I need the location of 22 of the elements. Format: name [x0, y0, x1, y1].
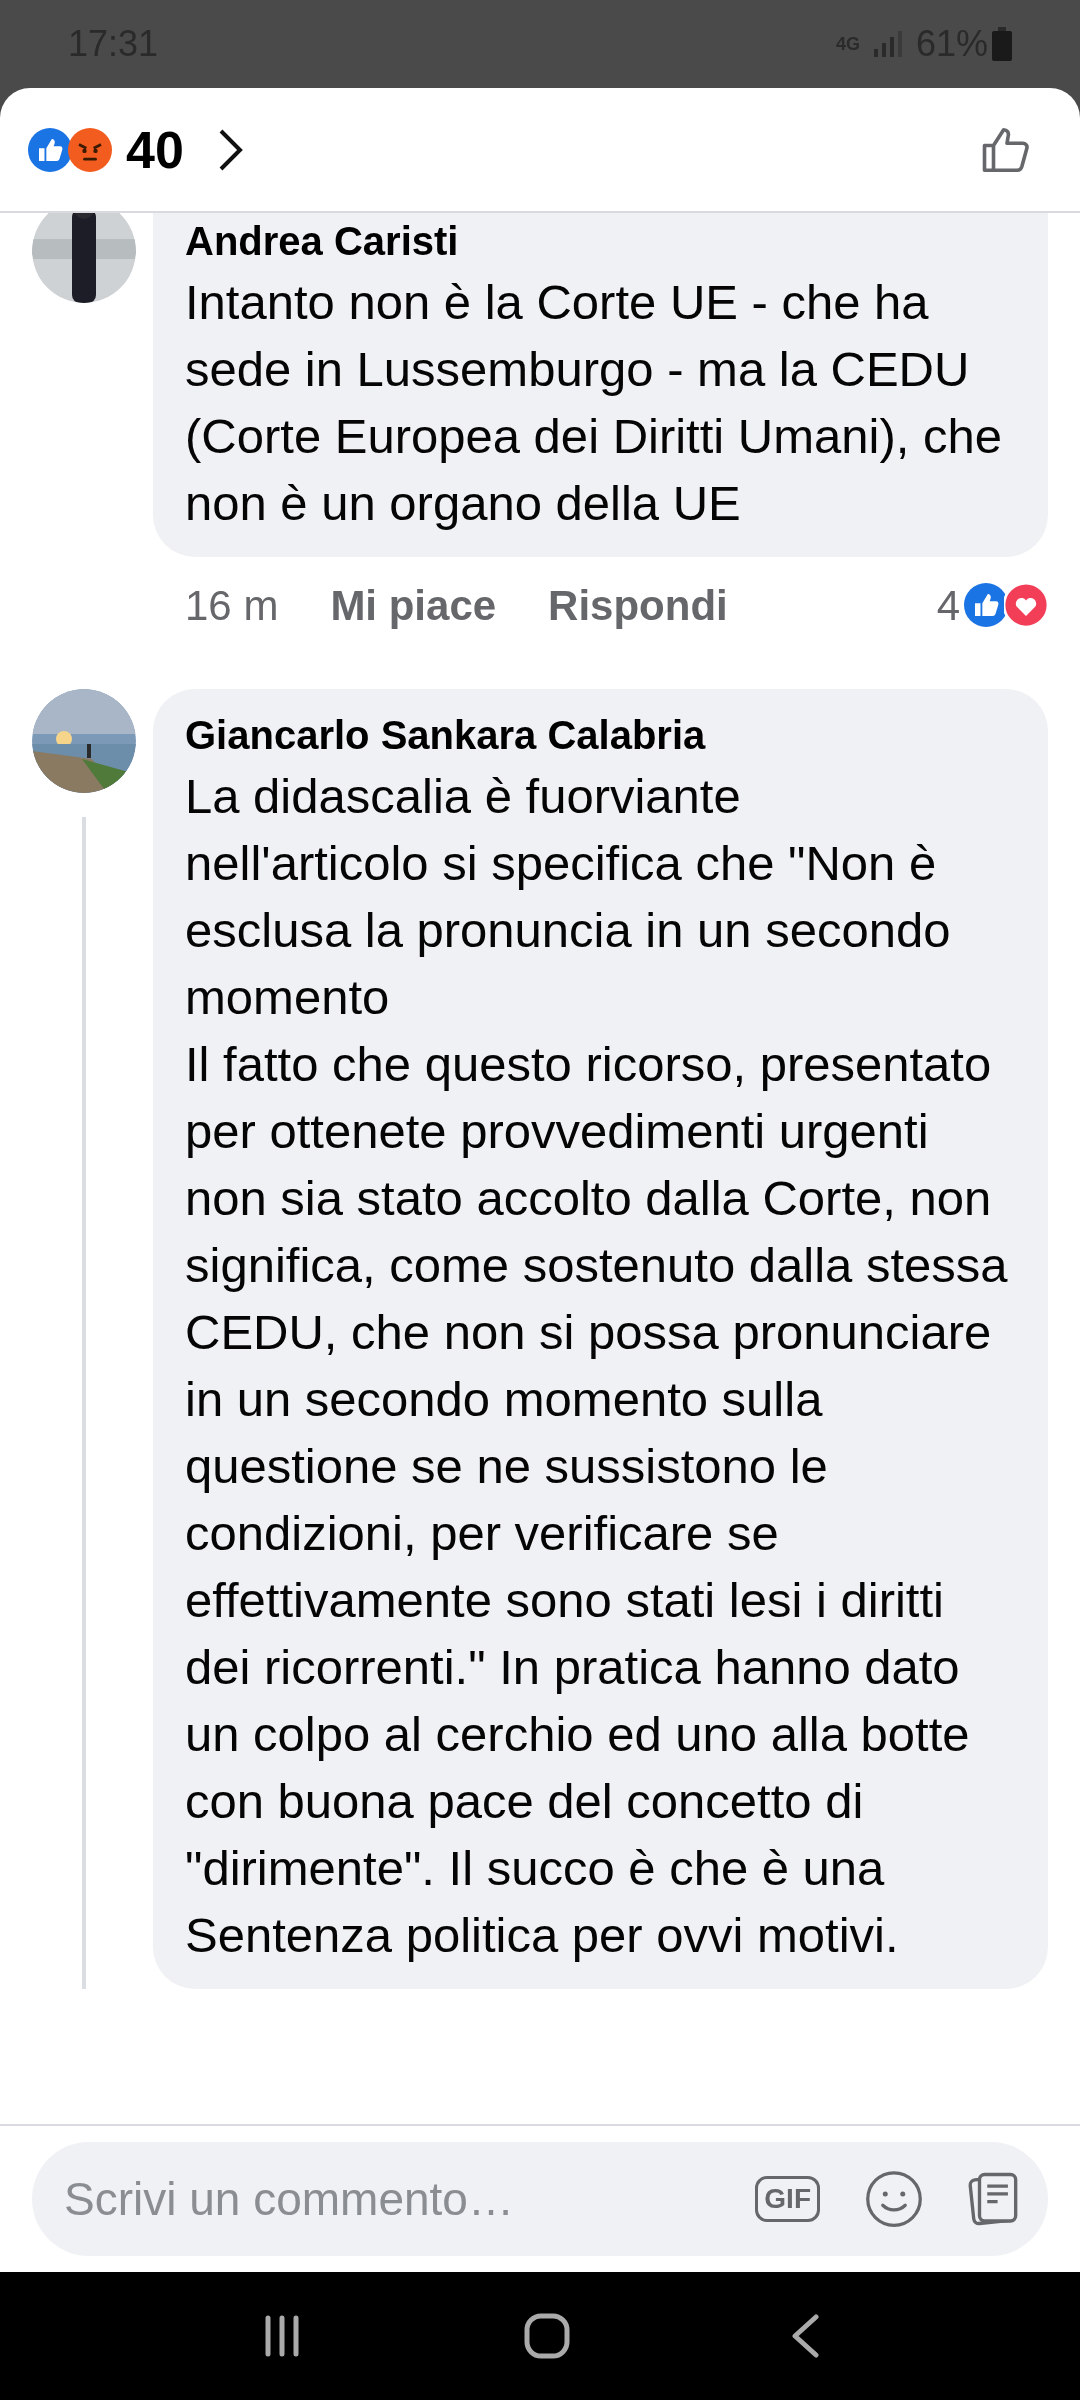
like-reaction-icon [964, 583, 1008, 627]
signal-icon [873, 31, 902, 57]
love-reaction-icon [1004, 583, 1048, 627]
back-icon[interactable] [790, 2314, 820, 2358]
chevron-right-icon[interactable] [217, 127, 244, 172]
like-reaction-icon [28, 127, 72, 172]
comment-time: 16 m [185, 580, 279, 631]
battery-icon [992, 27, 1012, 61]
reply-link[interactable]: Rispondi [548, 573, 728, 637]
reaction-total[interactable]: 40 [126, 110, 184, 189]
author-name[interactable]: Giancarlo Sankara Calabria [185, 707, 1016, 763]
comment-text-input[interactable]: Scrivi un commento… [64, 2164, 736, 2234]
smiley-icon[interactable] [864, 2169, 924, 2229]
angry-reaction-icon [68, 127, 112, 172]
like-link[interactable]: Mi piace [330, 573, 497, 637]
comment-text: La didascalia è fuorviante nell'articolo si specifica che "Non è esclusa la pronuncia in un secondo momento Il fatto che questo ricorso, presentato per ottenete provvedimenti urgenti non sia stato accolto dalla Corte, non significa, come sostenuto dalla stessa CEDU, che non si possa pronunciare in un secondo momento sulla questione se ne sussistono le condizioni, per verificare se effettivamente sono stati lesi i diritti dei ricorrenti." In pratica hanno dato un colpo al cerchio ed uno alla botte con buona pace del concetto di "dirimente". Il succo è che è una Sentenza politica per ovvi motivi. [185, 768, 1009, 1964]
reaction-count: 4 [936, 580, 960, 631]
comment-text: Intanto non è la Corte UE - che ha sede in Lussemburgo - ma la CEDU (Corte Europea dei Diritti Umani), che non è un organo della UE [185, 274, 1003, 532]
gif-button[interactable]: GIF [755, 2176, 820, 2222]
author-name[interactable]: Andrea Caristi [185, 213, 1016, 269]
comment-input[interactable]: Scrivi un commento… GIF [32, 2142, 1048, 2256]
home-icon[interactable] [524, 2313, 570, 2359]
